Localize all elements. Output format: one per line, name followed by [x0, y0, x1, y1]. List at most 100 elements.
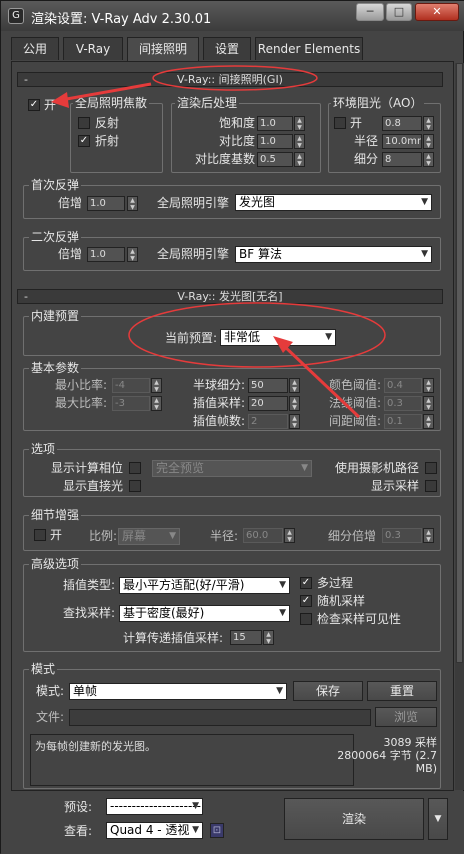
tab-settings[interactable]: 设置: [203, 37, 251, 60]
minimize-button[interactable]: ─: [356, 3, 384, 21]
spinner-arrows-icon[interactable]: ▲ ▼: [127, 247, 138, 262]
preset-dropdown[interactable]: --------------------- ▼: [106, 798, 203, 815]
view-dropdown[interactable]: Quad 4 - 透视 ▼: [106, 822, 203, 839]
saturation-value[interactable]: 1.0: [257, 116, 293, 131]
spinner-arrows-icon[interactable]: ▲ ▼: [294, 152, 305, 167]
normal-threshold-spinner[interactable]: 0.3 ▲ ▼: [384, 396, 434, 411]
spinner-arrows-icon[interactable]: ▲ ▼: [289, 378, 300, 393]
multipass-checkbox[interactable]: ✓: [300, 577, 312, 589]
gi-rollout-header[interactable]: - V-Ray:: 间接照明(GI): [17, 72, 443, 87]
secondary-engine-dropdown[interactable]: BF 算法 ▼: [235, 246, 432, 263]
ao-amount-spinner[interactable]: 0.8 ▲ ▼: [382, 116, 434, 131]
spinner-arrows-icon[interactable]: ▲ ▼: [294, 116, 305, 131]
detail-subdiv-mult-spinner[interactable]: 0.3 ▲ ▼: [382, 528, 434, 543]
hsph-subdivs-value[interactable]: 50: [248, 378, 288, 393]
irradiance-rollout-header[interactable]: - V-Ray:: 发光图[无名]: [17, 289, 443, 304]
calc-pass-value[interactable]: 15: [230, 630, 262, 645]
interp-samples-value[interactable]: 20: [248, 396, 288, 411]
spinner-arrows-icon[interactable]: ▲ ▼: [289, 396, 300, 411]
interp-frames-spinner[interactable]: 2 ▲ ▼: [248, 414, 300, 429]
detail-radius-value[interactable]: 60.0: [243, 528, 283, 543]
max-rate-spinner[interactable]: -3 ▲ ▼: [112, 396, 162, 411]
min-rate-spinner[interactable]: -4 ▲ ▼: [112, 378, 162, 393]
reset-button[interactable]: 重置: [367, 681, 437, 701]
browse-button[interactable]: 浏览: [375, 707, 437, 727]
ao-subdivs-spinner[interactable]: 8 ▲ ▼: [382, 152, 434, 167]
contrast-base-value[interactable]: 0.5: [257, 152, 293, 167]
detail-radius-spinner[interactable]: 60.0 ▲ ▼: [243, 528, 295, 543]
tab-vray[interactable]: V-Ray: [63, 37, 123, 60]
color-threshold-value[interactable]: 0.4: [384, 378, 422, 393]
distance-threshold-spinner[interactable]: 0.1 ▲ ▼: [384, 414, 434, 429]
detail-on-checkbox[interactable]: [34, 529, 46, 541]
calc-pass-spinner[interactable]: 15 ▲ ▼: [230, 630, 274, 645]
reflect-checkbox[interactable]: [78, 117, 90, 129]
ao-amount-value[interactable]: 0.8: [382, 116, 422, 131]
contrast-base-spinner[interactable]: 0.5 ▲ ▼: [257, 152, 305, 167]
ao-radius-spinner[interactable]: 10.0mm ▲▼: [382, 134, 434, 149]
lock-view-button[interactable]: ⊡: [210, 823, 224, 838]
render-options-button[interactable]: ▼: [428, 798, 448, 840]
spinner-arrows-icon[interactable]: ▲ ▼: [263, 630, 274, 645]
spinner-arrows-icon[interactable]: ▲ ▼: [423, 116, 434, 131]
detail-subdiv-mult-value[interactable]: 0.3: [382, 528, 422, 543]
randomize-checkbox[interactable]: ✓: [300, 595, 312, 607]
spinner-arrows-icon[interactable]: ▲ ▼: [423, 134, 434, 149]
max-rate-value[interactable]: -3: [112, 396, 150, 411]
primary-mult-value[interactable]: 1.0: [87, 196, 125, 211]
spinner-arrows-icon[interactable]: ▲ ▼: [284, 528, 295, 543]
spinner-arrows-icon[interactable]: ▲ ▼: [151, 378, 162, 393]
secondary-mult-value[interactable]: 1.0: [87, 247, 125, 262]
interp-samples-spinner[interactable]: 20 ▲ ▼: [248, 396, 300, 411]
gi-on-checkbox[interactable]: ✓: [28, 99, 40, 111]
file-path-field[interactable]: [69, 709, 371, 726]
spinner-arrows-icon[interactable]: ▲ ▼: [423, 396, 434, 411]
lookup-dropdown[interactable]: 基于密度(最好) ▼: [119, 605, 290, 622]
saturation-spinner[interactable]: 1.0 ▲ ▼: [257, 116, 305, 131]
show-direct-light-checkbox[interactable]: [129, 480, 141, 492]
render-button[interactable]: 渲染: [284, 798, 424, 840]
ao-radius-value[interactable]: 10.0mm: [382, 134, 422, 149]
use-camera-path-checkbox[interactable]: [425, 462, 437, 474]
detail-scale-dropdown[interactable]: 屏幕 ▼: [118, 528, 180, 545]
normal-threshold-value[interactable]: 0.3: [384, 396, 422, 411]
maximize-button[interactable]: □: [386, 3, 412, 21]
spinner-arrows-icon[interactable]: ▲ ▼: [423, 378, 434, 393]
close-button[interactable]: ✕: [415, 3, 459, 21]
spinner-arrows-icon[interactable]: ▲ ▼: [423, 152, 434, 167]
spinner-arrows-icon[interactable]: ▲ ▼: [127, 196, 138, 211]
distance-threshold-value[interactable]: 0.1: [384, 414, 422, 429]
secondary-mult-spinner[interactable]: 1.0 ▲ ▼: [87, 247, 139, 262]
preview-mode-dropdown[interactable]: 完全预览 ▼: [152, 460, 312, 477]
tab-render-elements[interactable]: Render Elements: [255, 37, 363, 60]
ao-on-checkbox[interactable]: [334, 117, 346, 129]
primary-engine-dropdown[interactable]: 发光图 ▼: [235, 194, 432, 211]
interp-frames-value[interactable]: 2: [248, 414, 288, 429]
check-visibility-checkbox[interactable]: [300, 613, 312, 625]
current-preset-dropdown[interactable]: 非常低 ▼: [220, 329, 336, 346]
contrast-spinner[interactable]: 1.0 ▲ ▼: [257, 134, 305, 149]
ao-subdivs-value[interactable]: 8: [382, 152, 422, 167]
tab-common[interactable]: 公用: [11, 37, 59, 60]
spinner-arrows-icon[interactable]: ▲ ▼: [289, 414, 300, 429]
refract-checkbox[interactable]: ✓: [78, 135, 90, 147]
contrast-value[interactable]: 1.0: [257, 134, 293, 149]
mode-dropdown[interactable]: 单帧 ▼: [69, 683, 287, 700]
scrollbar[interactable]: [455, 63, 464, 790]
min-rate-value[interactable]: -4: [112, 378, 150, 393]
interp-type-dropdown[interactable]: 最小平方适配(好/平滑) ▼: [119, 577, 290, 594]
hsph-subdivs-spinner[interactable]: 50 ▲ ▼: [248, 378, 300, 393]
primary-mult-spinner[interactable]: 1.0 ▲ ▼: [87, 196, 139, 211]
spinner-arrows-icon[interactable]: ▲ ▼: [294, 134, 305, 149]
title-bar[interactable]: G 渲染设置: V-Ray Adv 2.30.01 ─ □ ✕: [1, 1, 464, 31]
save-button[interactable]: 保存: [293, 681, 363, 701]
chevron-down-icon: ▼: [192, 801, 199, 811]
spinner-arrows-icon[interactable]: ▲ ▼: [423, 528, 434, 543]
color-threshold-spinner[interactable]: 0.4 ▲ ▼: [384, 378, 434, 393]
spinner-arrows-icon[interactable]: ▲ ▼: [151, 396, 162, 411]
show-calc-phase-checkbox[interactable]: [129, 462, 141, 474]
scrollbar-thumb[interactable]: [456, 63, 463, 663]
show-samples-checkbox[interactable]: [425, 480, 437, 492]
spinner-arrows-icon[interactable]: ▲ ▼: [423, 414, 434, 429]
tab-indirect-illumination[interactable]: 间接照明: [127, 37, 199, 61]
